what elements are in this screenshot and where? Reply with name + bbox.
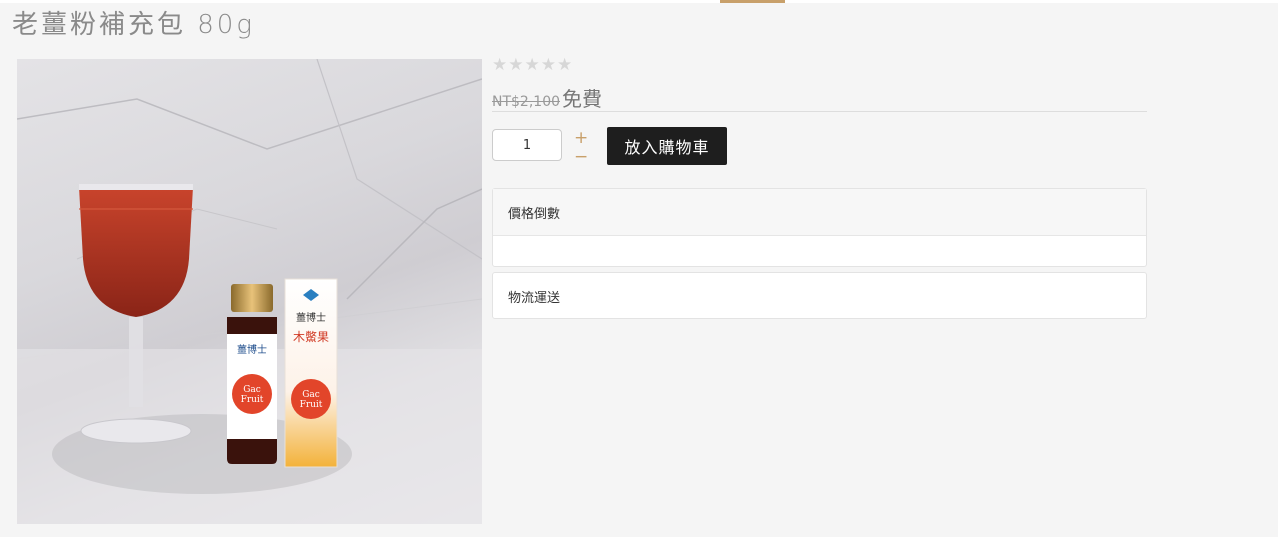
shipping-panel: 物流運送 (492, 272, 1147, 319)
price-divider (492, 111, 1147, 112)
product-page: 老薑粉補充包 80g Gac Fruit 薑博士 薑博士 木鱉果 Gac Fru… (0, 0, 1278, 537)
star-icon[interactable]: ★ (508, 57, 523, 74)
price-row: NT$2,100 免費 (492, 83, 602, 112)
box-product-name: 木鱉果 (293, 330, 329, 344)
shipping-header[interactable]: 物流運送 (493, 273, 1146, 320)
current-price: 免費 (562, 87, 603, 111)
box-gac-text: Gac (302, 390, 320, 400)
star-icon[interactable]: ★ (525, 57, 540, 74)
box-fruit-text: Fruit (300, 400, 323, 410)
quantity-decrease-button[interactable]: − (574, 149, 588, 166)
product-photo-illustration: Gac Fruit 薑博士 薑博士 木鱉果 Gac Fruit (17, 59, 482, 524)
star-icon[interactable]: ★ (492, 57, 507, 74)
rating-stars[interactable]: ★ ★ ★ ★ ★ (492, 57, 572, 74)
price-countdown-panel: 價格倒數 (492, 188, 1147, 267)
original-price: NT$2,100 (492, 94, 561, 110)
bottle-brand-text: 薑博士 (237, 343, 267, 356)
star-icon[interactable]: ★ (557, 57, 572, 74)
product-image[interactable]: Gac Fruit 薑博士 薑博士 木鱉果 Gac Fruit (17, 59, 482, 524)
bottle-gac-text: Gac (243, 385, 261, 395)
price-countdown-header[interactable]: 價格倒數 (493, 189, 1146, 236)
price-countdown-title: 價格倒數 (508, 207, 561, 222)
add-to-cart-button[interactable]: 放入購物車 (607, 127, 727, 165)
product-title: 老薑粉補充包 80g (12, 10, 255, 40)
star-icon[interactable]: ★ (541, 57, 556, 74)
bottle-fruit-text: Fruit (241, 395, 264, 405)
top-bar (0, 0, 1278, 3)
box-brand-text: 薑博士 (296, 311, 326, 324)
shipping-title: 物流運送 (508, 291, 561, 306)
quantity-increase-button[interactable]: + (574, 130, 588, 147)
quantity-input[interactable] (492, 129, 562, 161)
active-nav-indicator (720, 0, 785, 3)
